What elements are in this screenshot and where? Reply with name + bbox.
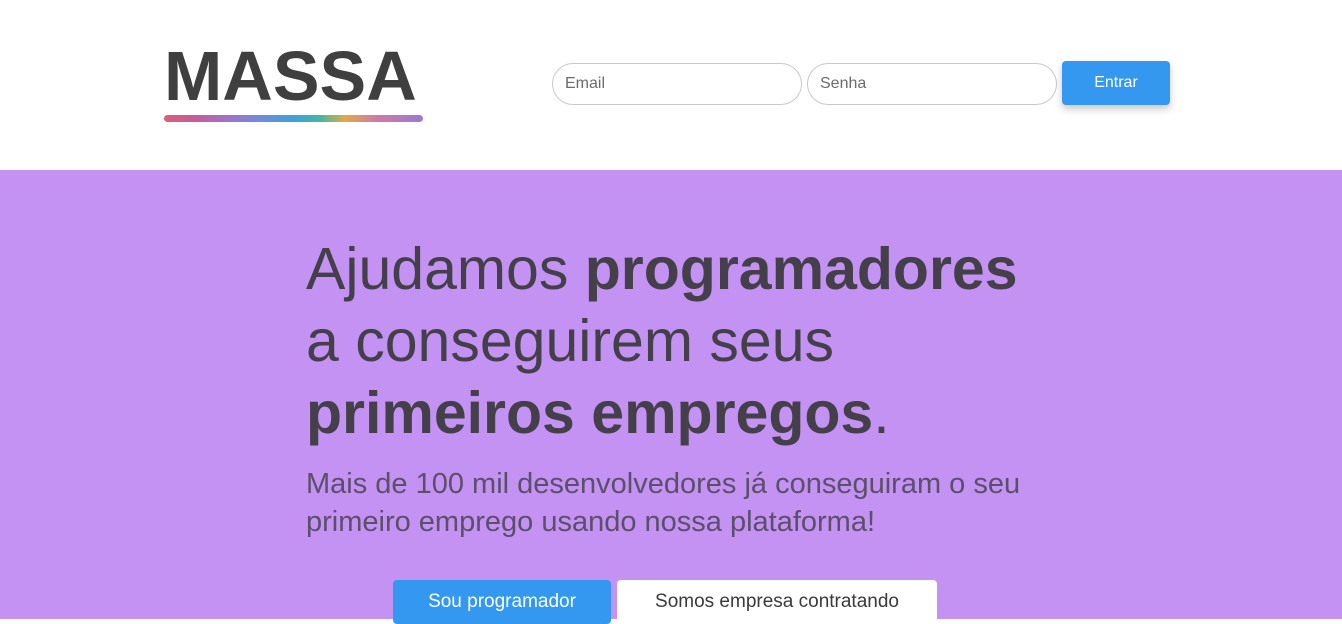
headline-period: . — [873, 380, 890, 446]
login-form: Entrar — [552, 61, 1172, 105]
hero-section: Ajudamos programadores a conseguirem seus… — [0, 170, 1342, 624]
headline-bold-first-jobs: primeiros empregos — [306, 380, 874, 446]
password-field[interactable] — [807, 63, 1057, 105]
massa-logo[interactable]: MASSA — [164, 40, 424, 124]
site-header: MASSA Entrar — [0, 0, 1342, 170]
headline-part-1: Ajudamos — [306, 236, 585, 302]
login-button[interactable]: Entrar — [1062, 61, 1170, 105]
headline-part-3: a conseguirem seus — [306, 308, 835, 374]
email-field[interactable] — [552, 63, 802, 105]
company-signup-button[interactable]: Somos empresa contratando — [617, 580, 937, 624]
developer-signup-button[interactable]: Sou programador — [393, 580, 611, 624]
logo-gradient-bar — [164, 115, 423, 122]
hero-subheadline: Mais de 100 mil desenvolvedores já conse… — [306, 468, 1021, 538]
logo-text: MASSA — [164, 37, 417, 115]
headline-bold-programmers: programadores — [584, 236, 1018, 302]
hero-headline: Ajudamos programadores a conseguirem seus… — [306, 233, 1066, 449]
